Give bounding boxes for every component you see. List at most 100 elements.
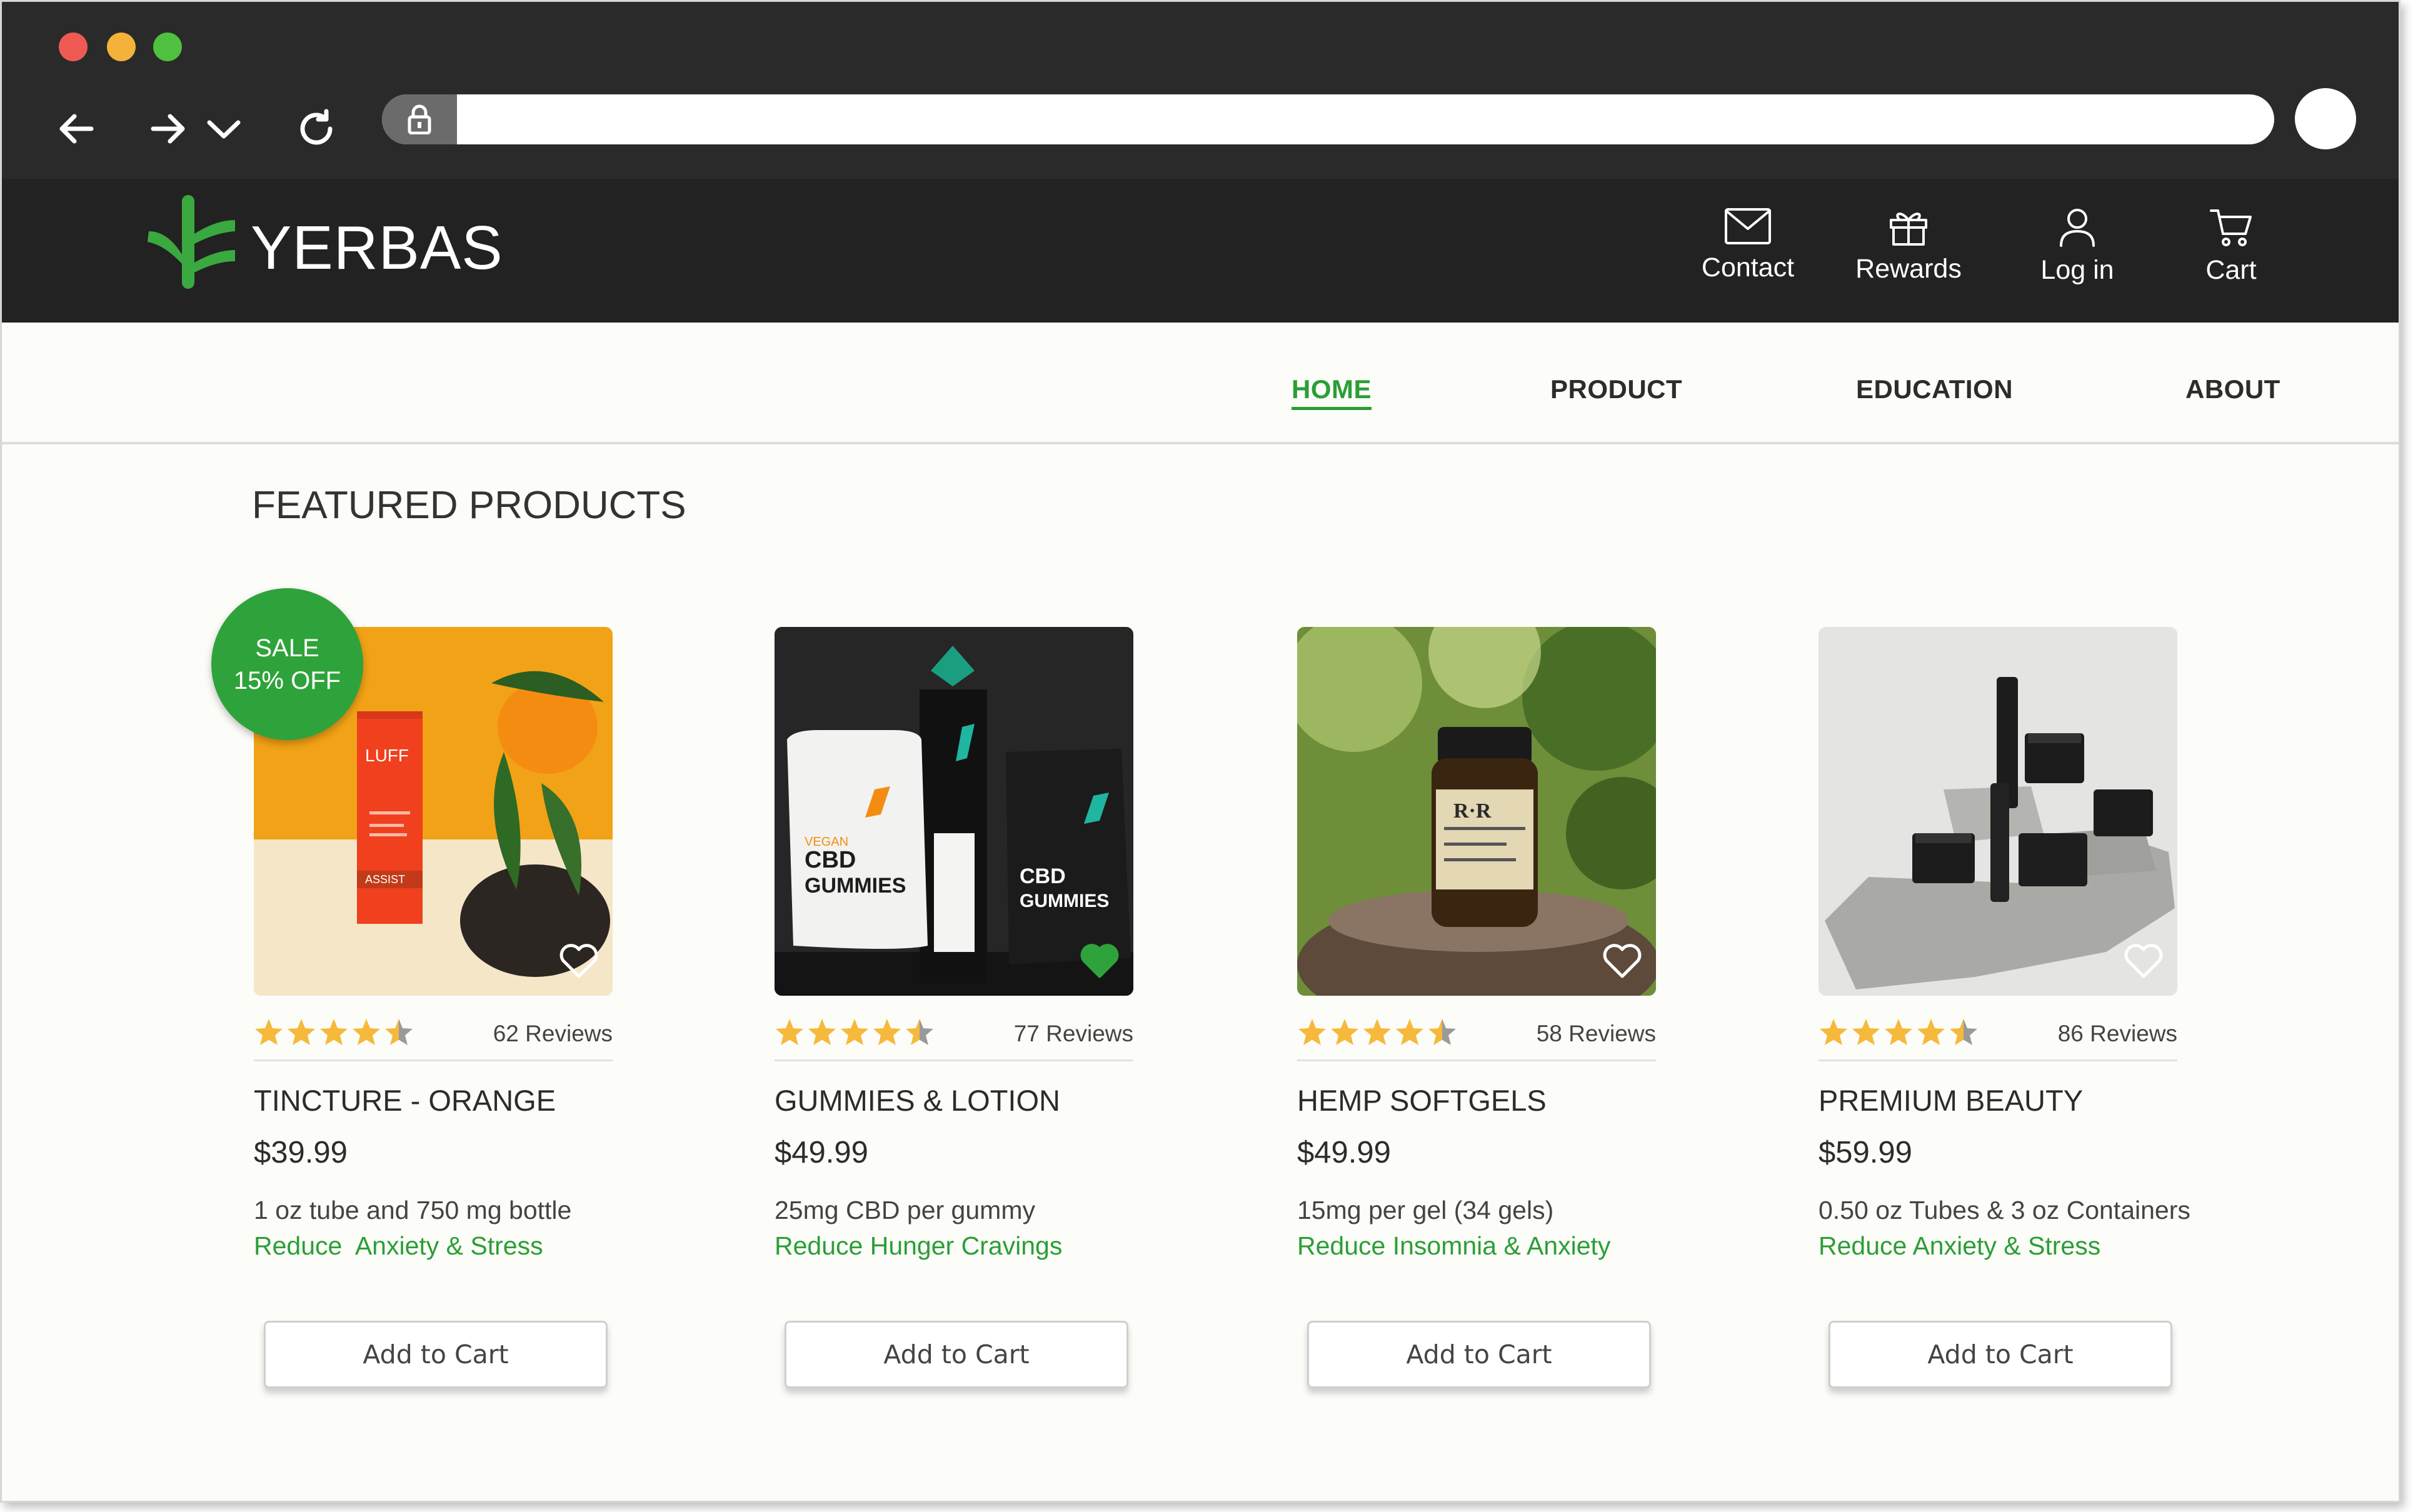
- product-price: $59.99: [1819, 1136, 1912, 1169]
- svg-text:ASSIST: ASSIST: [365, 873, 405, 886]
- product-description: 1 oz tube and 750 mg bottle: [254, 1196, 572, 1224]
- product-rating: 86 Reviews: [1819, 1018, 2177, 1061]
- product-card-beauty: 86 Reviews PREMIUM BEAUTY $59.99 0.50 oz…: [1819, 627, 2194, 1402]
- heart-outline-icon[interactable]: [559, 943, 599, 982]
- star-icon: [1298, 1019, 1326, 1045]
- chevron-down-icon: [207, 120, 241, 139]
- close-window-button[interactable]: [59, 33, 88, 61]
- reviews-count[interactable]: 86 Reviews: [2058, 1021, 2177, 1047]
- star-icon: [1396, 1019, 1423, 1045]
- reload-button[interactable]: [288, 101, 344, 157]
- product-benefit: Reduce Anxiety & Stress: [1819, 1231, 2101, 1260]
- product-rating: 77 Reviews: [775, 1018, 1133, 1061]
- forward-button[interactable]: [141, 101, 197, 157]
- star-icon: [1820, 1019, 1847, 1045]
- brand-name[interactable]: YERBAS: [251, 213, 503, 283]
- product-photo-beauty[interactable]: [1819, 627, 2177, 996]
- sale-badge-line2: 15% OFF: [233, 666, 341, 694]
- reload-icon: [300, 109, 333, 145]
- svg-text:VEGAN: VEGAN: [805, 835, 848, 849]
- star-rating: [1297, 1018, 1457, 1046]
- login-label: Log in: [2040, 255, 2114, 285]
- product-card-softgels: R·R 58 Reviews HEMP SOFTGELS $49.99 15mg…: [1297, 627, 1672, 1402]
- svg-text:CBD: CBD: [805, 847, 856, 873]
- browser-titlebar: [2, 2, 2399, 79]
- star-icon: [320, 1019, 348, 1045]
- add-to-cart-button[interactable]: Add to Cart: [264, 1321, 608, 1388]
- main-nav: HOME PRODUCT EDUCATION ABOUT: [2, 323, 2399, 444]
- maximize-window-button[interactable]: [153, 33, 182, 61]
- address-bar[interactable]: [382, 94, 2274, 144]
- star-icon: [385, 1019, 413, 1045]
- profile-avatar[interactable]: [2295, 88, 2356, 149]
- site-header: YERBAS Contact Rewards Log in Cart: [2, 179, 2399, 323]
- product-name[interactable]: TINCTURE - ORANGE: [254, 1083, 556, 1118]
- contact-link[interactable]: Contact: [1685, 208, 1810, 283]
- browser-toolbar: [2, 79, 2399, 179]
- cart-icon: [2210, 209, 2252, 246]
- star-icon: [1428, 1019, 1456, 1045]
- heart-filled-icon[interactable]: [1080, 943, 1120, 982]
- nav-home[interactable]: HOME: [1292, 374, 1372, 410]
- product-rating: 58 Reviews: [1297, 1018, 1656, 1061]
- product-rating: 62 Reviews: [254, 1018, 613, 1061]
- gift-icon: [1890, 213, 1927, 246]
- sprout-logo-icon: [143, 195, 243, 298]
- product-name[interactable]: GUMMIES & LOTION: [775, 1083, 1060, 1118]
- cart-link[interactable]: Cart: [2169, 208, 2294, 286]
- nav-about[interactable]: ABOUT: [2185, 374, 2280, 404]
- sale-badge-line1: SALE: [255, 634, 319, 662]
- add-to-cart-button[interactable]: Add to Cart: [785, 1321, 1128, 1388]
- product-benefit: Reduce Hunger Cravings: [775, 1231, 1063, 1260]
- star-icon: [1363, 1019, 1391, 1045]
- sale-badge: SALE 15% OFF: [211, 588, 363, 740]
- star-icon: [255, 1019, 283, 1045]
- star-icon: [873, 1019, 901, 1045]
- rewards-label: Rewards: [1855, 254, 1962, 284]
- cart-label: Cart: [2205, 255, 2257, 285]
- product-card-tincture: LUFF ASSIST 62 Reviews TINCTURE - ORANGE…: [254, 627, 629, 1402]
- star-icon: [808, 1019, 836, 1045]
- star-icon: [1917, 1019, 1945, 1045]
- star-icon: [1852, 1019, 1880, 1045]
- reviews-count[interactable]: 77 Reviews: [1014, 1021, 1133, 1047]
- star-icon: [1885, 1019, 1912, 1045]
- add-to-cart-button[interactable]: Add to Cart: [1829, 1321, 2172, 1388]
- star-icon: [288, 1019, 315, 1045]
- heart-outline-icon[interactable]: [2124, 943, 2164, 982]
- lock-icon: [382, 94, 457, 144]
- star-icon: [1950, 1019, 1977, 1045]
- svg-text:LUFF: LUFF: [365, 746, 409, 765]
- envelope-icon: [1725, 208, 1771, 244]
- svg-text:R·R: R·R: [1453, 799, 1492, 823]
- featured-products-title: FEATURED PRODUCTS: [252, 484, 686, 527]
- add-to-cart-button[interactable]: Add to Cart: [1307, 1321, 1651, 1388]
- reviews-count[interactable]: 58 Reviews: [1537, 1021, 1656, 1047]
- svg-text:GUMMIES: GUMMIES: [1020, 891, 1109, 911]
- nav-education[interactable]: EDUCATION: [1856, 374, 2013, 404]
- contact-label: Contact: [1701, 253, 1795, 283]
- arrow-left-icon: [59, 114, 94, 144]
- heart-outline-icon[interactable]: [1602, 943, 1642, 982]
- product-name[interactable]: PREMIUM BEAUTY: [1819, 1083, 2083, 1118]
- product-photo-softgels[interactable]: R·R: [1297, 627, 1656, 996]
- minimize-window-button[interactable]: [107, 33, 136, 61]
- login-link[interactable]: Log in: [2015, 208, 2140, 286]
- product-card-gummies: CBD GUMMIES VEGAN CBD GUMMIES 77 Reviews…: [775, 627, 1150, 1402]
- product-price: $39.99: [254, 1136, 348, 1169]
- history-dropdown-button[interactable]: [196, 101, 252, 157]
- rewards-link[interactable]: Rewards: [1846, 208, 1971, 284]
- arrow-right-icon: [151, 114, 185, 144]
- product-price: $49.99: [775, 1136, 868, 1169]
- nav-product[interactable]: PRODUCT: [1550, 374, 1682, 404]
- back-button[interactable]: [48, 101, 104, 157]
- reviews-count[interactable]: 62 Reviews: [493, 1021, 613, 1047]
- star-icon: [353, 1019, 380, 1045]
- product-photo-gummies[interactable]: CBD GUMMIES VEGAN CBD GUMMIES: [775, 627, 1133, 996]
- star-icon: [841, 1019, 868, 1045]
- star-rating: [254, 1018, 414, 1046]
- star-icon: [906, 1019, 933, 1045]
- product-name[interactable]: HEMP SOFTGELS: [1297, 1083, 1547, 1118]
- star-rating: [1819, 1018, 1979, 1046]
- star-rating: [775, 1018, 935, 1046]
